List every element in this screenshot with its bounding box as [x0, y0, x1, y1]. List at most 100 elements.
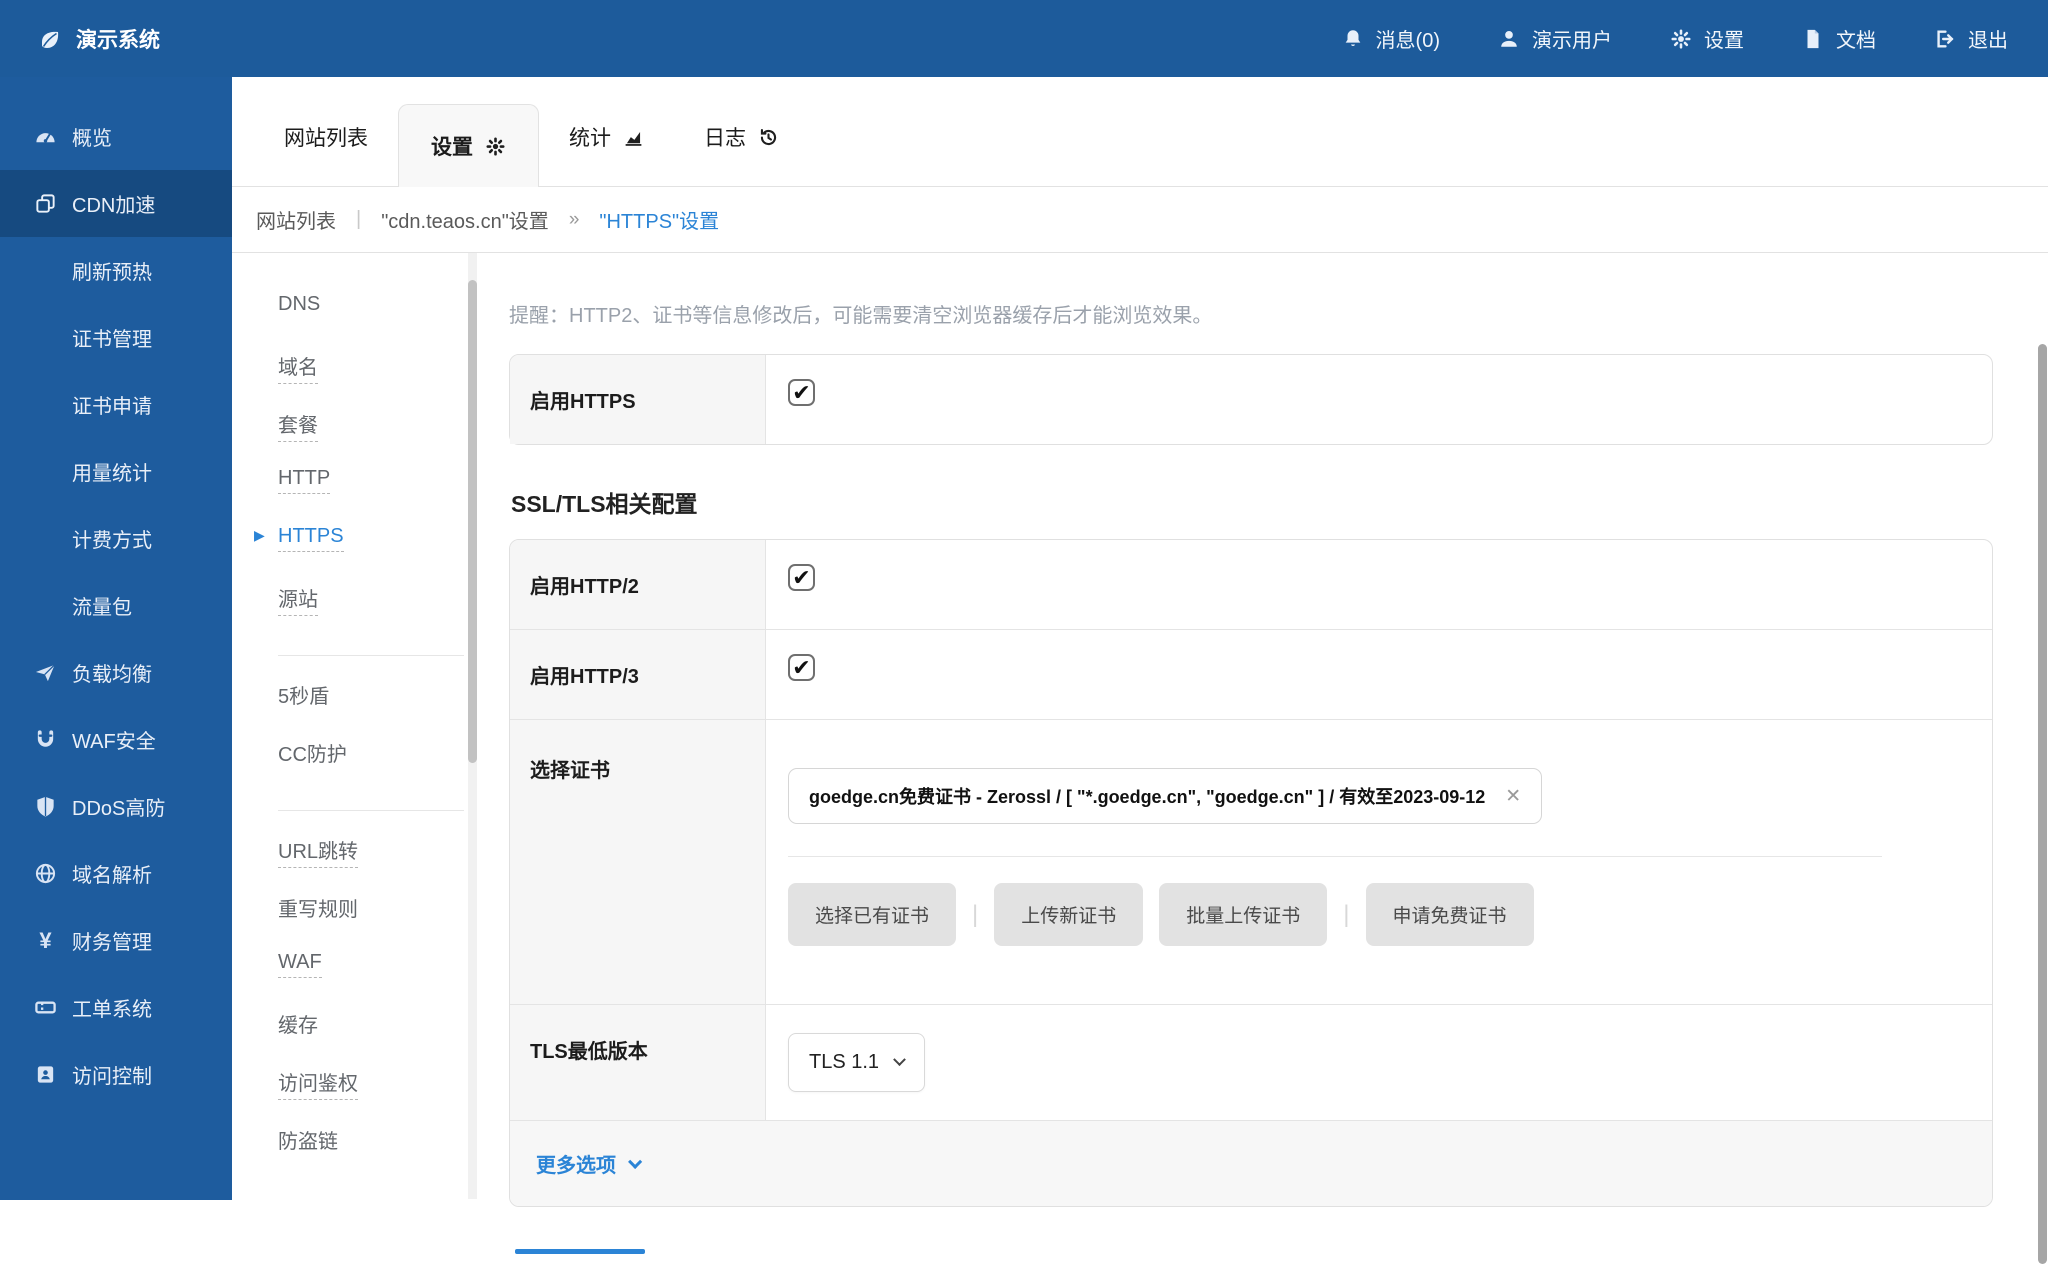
ssl-tls-table: 启用HTTP/2 ✔ 启用HTTP/3 ✔ 选择证书 goedge.cn免费 [509, 539, 1993, 1207]
copy-icon [34, 192, 57, 215]
sidebar-item-overview[interactable]: 概览 [0, 103, 232, 170]
page-scrollbar-thumb[interactable] [2038, 344, 2047, 1264]
enable-http3-row: 启用HTTP/3 ✔ [510, 630, 1992, 720]
remove-certificate-icon[interactable]: ✕ [1505, 785, 1521, 808]
sidebar-item-refresh-preheat[interactable]: 刷新预热 [0, 237, 232, 304]
notice-text: 提醒：HTTP2、证书等信息修改后，可能需要清空浏览器缓存后才能浏览效果。 [509, 299, 1993, 328]
sidebar-item-ddos[interactable]: DDoS高防 [0, 773, 232, 840]
globe-icon [34, 862, 57, 885]
leaf-logo-icon [38, 28, 60, 50]
submenu-item-domain[interactable]: 域名 [278, 351, 482, 409]
breadcrumb-site-settings[interactable]: "cdn.teaos.cn"设置 [381, 205, 549, 234]
certificate-buttons: 选择已有证书 | 上传新证书 批量上传证书 | 申请免费证书 [788, 883, 1968, 946]
submenu-scrollbar[interactable] [468, 253, 477, 1199]
submenu-item-waf[interactable]: WAF [278, 951, 482, 1009]
more-options-link[interactable]: 更多选项 [536, 1149, 638, 1178]
sidebar-item-access-control[interactable]: 访问控制 [0, 1041, 232, 1108]
history-icon [758, 127, 779, 148]
breadcrumb-separator: | [356, 208, 361, 231]
row-label: 选择证书 [510, 720, 766, 1004]
submenu-item-http[interactable]: HTTP [278, 467, 482, 525]
submenu-item-https[interactable]: ▶ HTTPS [278, 525, 482, 583]
sidebar-item-finance[interactable]: ¥ 财务管理 [0, 907, 232, 974]
breadcrumb-chevron: » [569, 209, 580, 231]
tls-version-select[interactable]: TLS 1.1 [788, 1033, 925, 1092]
section-title: SSL/TLS相关配置 [511, 485, 1993, 519]
chevron-down-icon [893, 1053, 906, 1066]
sidebar-item-cert-apply[interactable]: 证书申请 [0, 371, 232, 438]
user-icon [1498, 28, 1520, 50]
bell-icon [1342, 28, 1364, 50]
topbar-item-label: 演示用户 [1532, 24, 1612, 53]
tab-stats[interactable]: 统计 [539, 122, 674, 186]
submenu-item-5s-shield[interactable]: 5秒盾 [278, 680, 482, 738]
submenu-divider [278, 655, 464, 656]
topbar-item-label: 消息(0) [1376, 24, 1440, 53]
chart-icon [623, 127, 644, 148]
enable-https-checkbox[interactable]: ✔ [788, 379, 815, 406]
sidebar-item-load-balancer[interactable]: 负载均衡 [0, 639, 232, 706]
save-button-top-edge[interactable] [515, 1249, 645, 1254]
sidebar-item-waf[interactable]: WAF安全 [0, 706, 232, 773]
enable-http3-checkbox[interactable]: ✔ [788, 654, 815, 681]
submenu-item-plan[interactable]: 套餐 [278, 409, 482, 467]
row-label: 启用HTTP/2 [510, 540, 766, 629]
breadcrumb-https-settings[interactable]: "HTTPS"设置 [599, 205, 719, 234]
ticket-icon [34, 996, 57, 1019]
paper-plane-icon [34, 661, 57, 684]
tls-version-value: TLS 1.1 [809, 1051, 879, 1074]
upload-new-cert-button[interactable]: 上传新证书 [994, 883, 1143, 946]
certificate-chip[interactable]: goedge.cn免费证书 - Zerossl / [ "*.goedge.cn… [788, 768, 1542, 824]
sidebar-item-cdn[interactable]: CDN加速 [0, 170, 232, 237]
topbar-item-logout[interactable]: 退出 [1934, 24, 2008, 53]
submenu-item-hotlink[interactable]: 防盗链 [278, 1125, 482, 1183]
row-label: 启用HTTPS [510, 355, 766, 444]
chevron-down-icon [628, 1154, 642, 1168]
https-settings-form: 提醒：HTTP2、证书等信息修改后，可能需要清空浏览器缓存后才能浏览效果。 启用… [509, 253, 1993, 1199]
submenu-item-cache[interactable]: 缓存 [278, 1009, 482, 1067]
tab-site-list[interactable]: 网站列表 [254, 122, 398, 186]
sidebar-item-billing-method[interactable]: 计费方式 [0, 505, 232, 572]
submenu-item-url-redirect[interactable]: URL跳转 [278, 835, 482, 893]
brand-title: 演示系统 [76, 24, 160, 54]
submenu-item-origin[interactable]: 源站 [278, 583, 482, 641]
id-card-icon [34, 1063, 57, 1086]
tab-settings[interactable]: 设置 [398, 104, 539, 187]
settings-body: DNS 域名 套餐 HTTP ▶ HTTPS 源站 5秒盾 CC防护 URL跳转… [232, 253, 2048, 1199]
submenu-item-cc-protect[interactable]: CC防护 [278, 738, 482, 796]
enable-https-table: 启用HTTPS ✔ [509, 354, 1993, 445]
submenu-item-rewrite-rules[interactable]: 重写规则 [278, 893, 482, 951]
tabs-row: 网站列表 设置 统计 日志 [232, 77, 2048, 187]
topbar-item-docs[interactable]: 文档 [1802, 24, 1876, 53]
row-label: TLS最低版本 [510, 1005, 766, 1120]
sidebar-item-cert-manage[interactable]: 证书管理 [0, 304, 232, 371]
topbar-item-messages[interactable]: 消息(0) [1342, 24, 1440, 53]
logout-icon [1934, 28, 1956, 50]
select-cert-row: 选择证书 goedge.cn免费证书 - Zerossl / [ "*.goed… [510, 720, 1992, 1005]
settings-submenu: DNS 域名 套餐 HTTP ▶ HTTPS 源站 5秒盾 CC防护 URL跳转… [232, 253, 482, 1199]
content-area: 网站列表 设置 统计 日志 网站列表 | "cdn.teaos.cn"设置 » … [232, 77, 2048, 1200]
enable-https-row: 启用HTTPS ✔ [510, 355, 1992, 444]
shield-icon [34, 795, 57, 818]
apply-free-cert-button[interactable]: 申请免费证书 [1366, 883, 1534, 946]
tab-logs[interactable]: 日志 [674, 122, 809, 186]
breadcrumb-site-list[interactable]: 网站列表 [256, 205, 336, 234]
select-existing-cert-button[interactable]: 选择已有证书 [788, 883, 956, 946]
submenu-item-auth[interactable]: 访问鉴权 [278, 1067, 482, 1125]
topbar-item-user[interactable]: 演示用户 [1498, 24, 1612, 53]
sidebar-item-tickets[interactable]: 工单系统 [0, 974, 232, 1041]
sidebar: 概览 CDN加速 刷新预热 证书管理 证书申请 用量统计 计费方式 流量包 负载… [0, 77, 232, 1200]
enable-http2-checkbox[interactable]: ✔ [788, 564, 815, 591]
brand[interactable]: 演示系统 [38, 24, 160, 54]
active-arrow-icon: ▶ [254, 527, 265, 544]
topbar-item-settings[interactable]: 设置 [1670, 24, 1744, 53]
topbar-item-label: 文档 [1836, 24, 1876, 53]
cert-cell-divider [788, 856, 1882, 857]
sidebar-item-label: CDN加速 [72, 189, 155, 218]
sidebar-item-usage-stats[interactable]: 用量统计 [0, 438, 232, 505]
submenu-scrollbar-thumb[interactable] [468, 280, 477, 763]
batch-upload-cert-button[interactable]: 批量上传证书 [1159, 883, 1327, 946]
sidebar-item-dns-resolve[interactable]: 域名解析 [0, 840, 232, 907]
sidebar-item-traffic-package[interactable]: 流量包 [0, 572, 232, 639]
submenu-item-dns[interactable]: DNS [278, 293, 482, 351]
